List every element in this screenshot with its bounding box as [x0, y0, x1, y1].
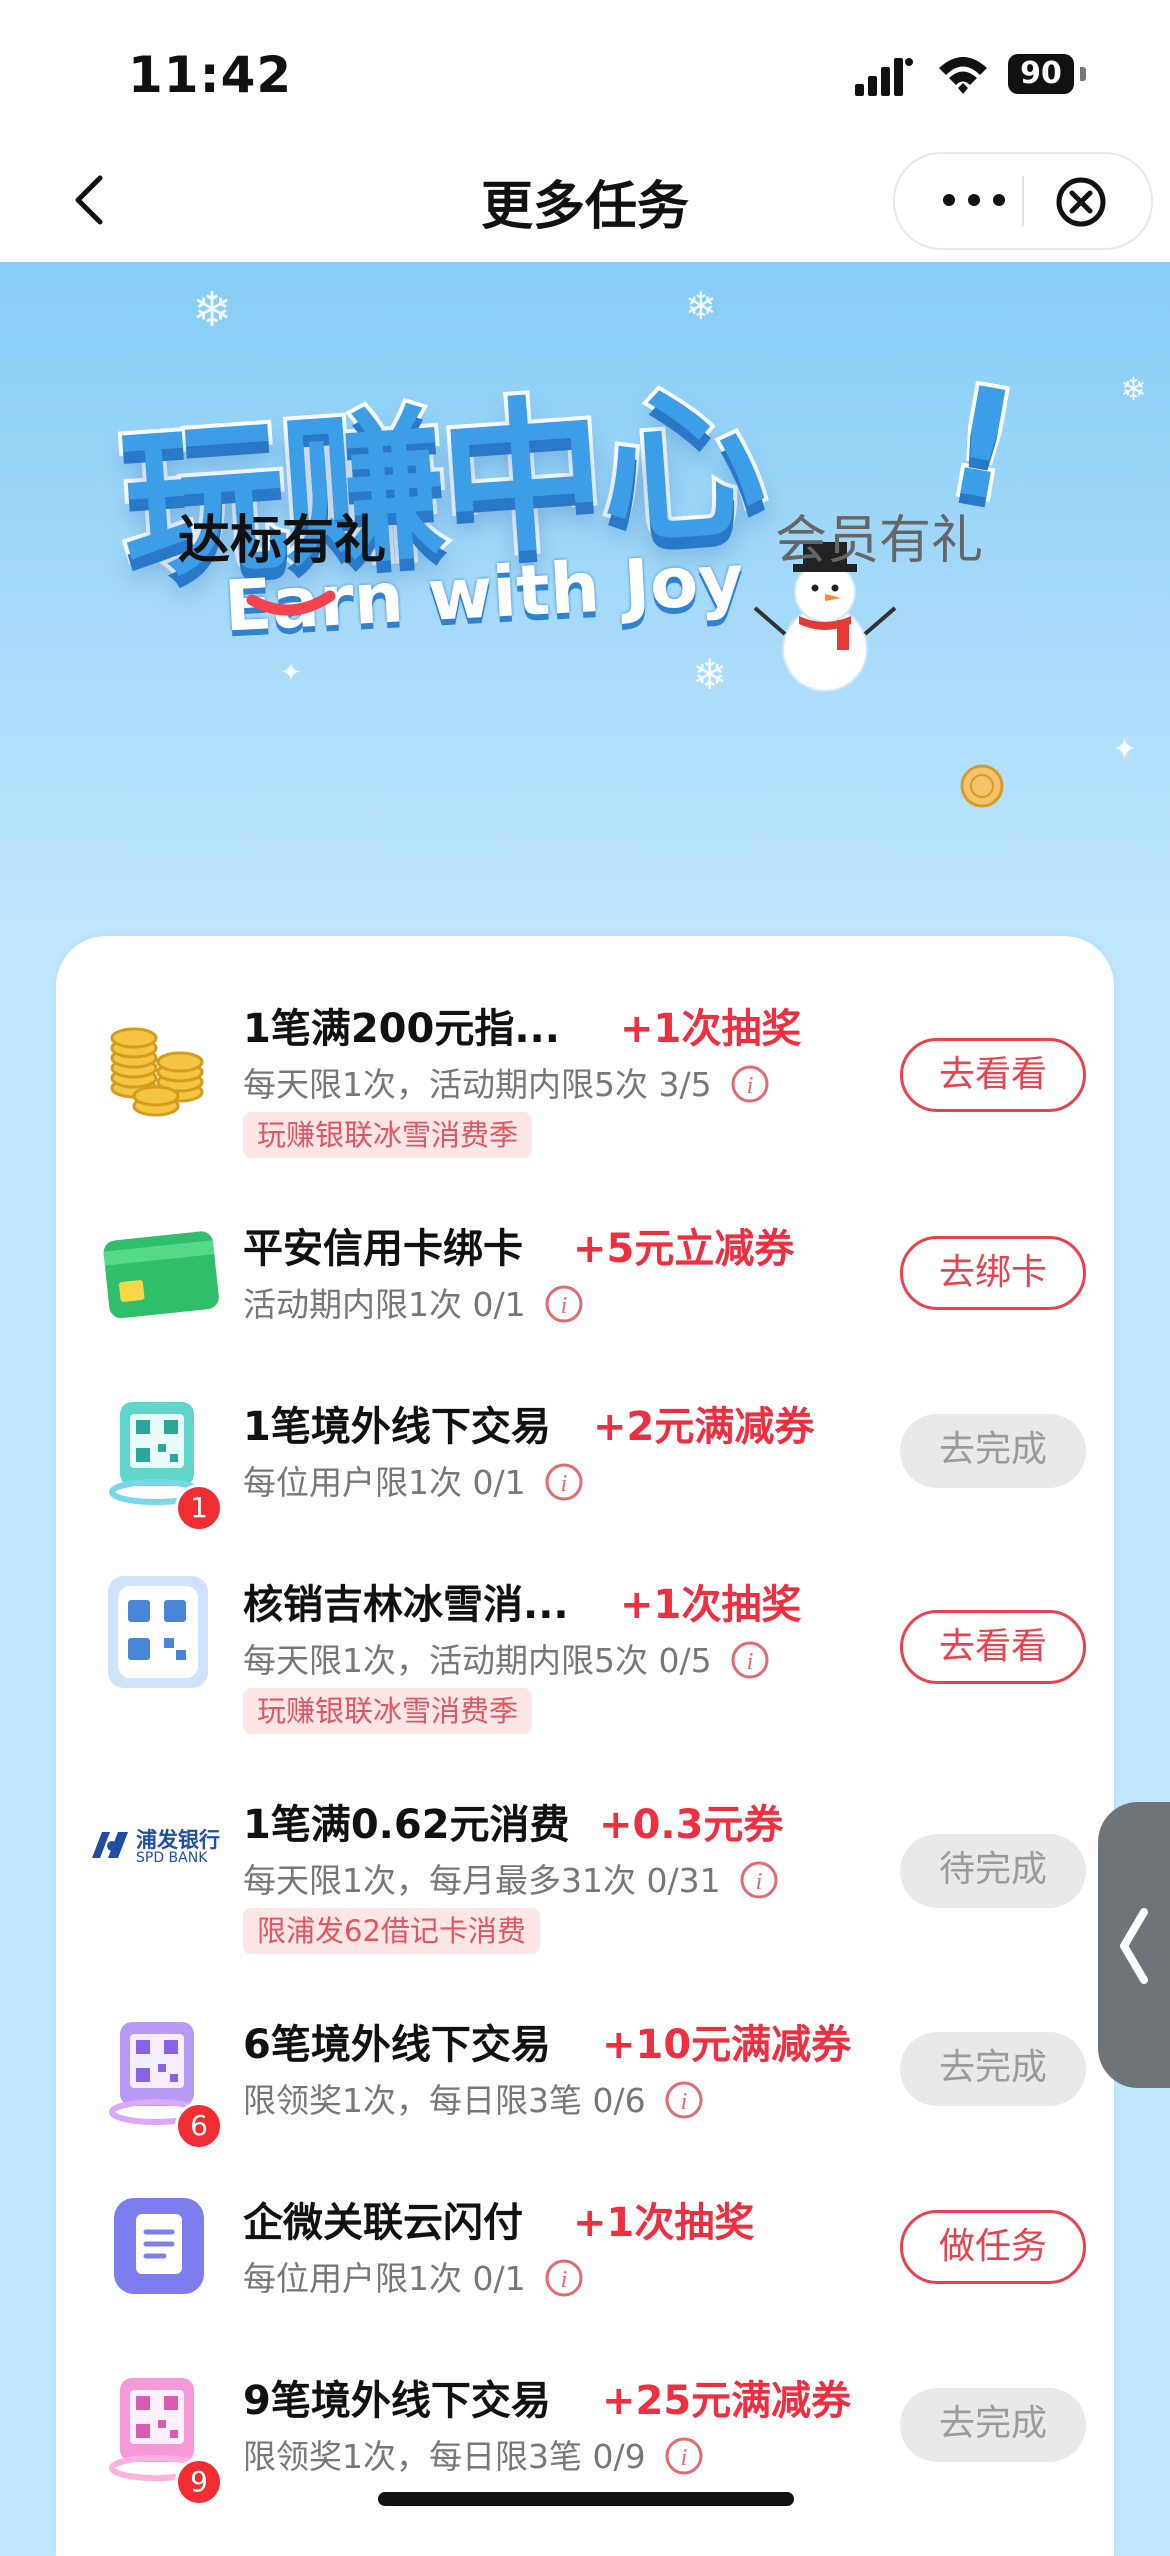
- do-task-button[interactable]: 做任务: [900, 2210, 1086, 2284]
- task-progress-text: 每天限1次，每月最多31次 0/31: [243, 1861, 721, 1900]
- task-tag: 玩赚银联冰雪消费季: [243, 1688, 533, 1734]
- go-bind-card-button[interactable]: 去绑卡: [900, 1236, 1086, 1310]
- mini-program-capsule: [893, 152, 1153, 250]
- task-title: 企微关联云闪付: [243, 2200, 523, 2246]
- info-icon[interactable]: i: [664, 2436, 704, 2476]
- info-icon[interactable]: i: [739, 1860, 779, 1900]
- task-tag: 限浦发62借记卡消费: [243, 1908, 540, 1954]
- svg-text:i: i: [561, 2267, 568, 2293]
- task-reward: +25元满减券: [602, 2378, 852, 2424]
- task-reward: +5元立减券: [573, 1226, 795, 1272]
- go-complete-button[interactable]: 去完成: [900, 2032, 1086, 2106]
- tab-target-rewards[interactable]: 达标有礼: [178, 498, 386, 573]
- task-progress: 每天限1次，活动期内限5次 3/5 i: [243, 1058, 770, 1106]
- info-icon[interactable]: i: [664, 2080, 704, 2120]
- cellular-signal-icon: [855, 58, 913, 96]
- snowflake-icon: ❄: [192, 282, 233, 338]
- task-reward: +0.3元券: [599, 1802, 784, 1848]
- battery-indicator: 90: [1008, 54, 1086, 94]
- task-count-badge: 1: [175, 1484, 223, 1532]
- task-progress-text: 限领奖1次，每日限3笔 0/6: [243, 2081, 646, 2120]
- scan-code-icon: [108, 1576, 208, 1688]
- go-view-button[interactable]: 去看看: [900, 1038, 1086, 1112]
- task-progress: 活动期内限1次 0/1 i: [243, 1278, 584, 1326]
- task-reward: +2元满减券: [593, 1404, 815, 1450]
- spd-bank-name-en: SPD BANK: [136, 1850, 208, 1866]
- svg-text:i: i: [747, 1649, 754, 1675]
- spd-bank-logo: 浦发银行 SPD BANK: [88, 1802, 228, 1902]
- chevron-left-icon: [1120, 1908, 1148, 1984]
- status-time: 11:42: [128, 46, 293, 104]
- gold-coins-icon: [110, 1027, 204, 1117]
- credit-card-icon: [103, 1231, 219, 1319]
- task-list-card: 1笔满200元指... +1次抽奖 每天限1次，活动期内限5次 3/5 i 玩赚…: [56, 936, 1114, 2556]
- spd-bank-mark-icon: [92, 1832, 128, 1858]
- task-title: 6笔境外线下交易: [243, 2022, 551, 2068]
- battery-level: 90: [1008, 54, 1074, 94]
- info-icon[interactable]: i: [544, 1462, 584, 1502]
- task-reward: +10元满减券: [602, 2022, 852, 2068]
- svg-text:i: i: [756, 1869, 763, 1895]
- close-circle-icon[interactable]: [1053, 174, 1109, 230]
- task-progress: 每天限1次，活动期内限5次 0/5 i: [243, 1634, 770, 1682]
- svg-text:i: i: [561, 1293, 568, 1319]
- wifi-icon: [939, 57, 987, 94]
- task-reward: +1次抽奖: [620, 1582, 802, 1628]
- task-tag: 玩赚银联冰雪消费季: [243, 1112, 533, 1158]
- hero-banner: ❄ ❄ ❄ ❄ ✦ ✦ 玩赚中心 ! Earn with Joy: [0, 262, 1170, 942]
- pending-button[interactable]: 待完成: [900, 1834, 1086, 1908]
- svg-text:i: i: [681, 2445, 688, 2471]
- home-indicator: [378, 2492, 794, 2506]
- task-count-badge: 6: [175, 2102, 223, 2150]
- info-icon[interactable]: i: [730, 1640, 770, 1680]
- tab-member-rewards[interactable]: 会员有礼: [775, 498, 983, 573]
- task-count-badge: 9: [175, 2458, 223, 2506]
- task-title: 1笔满200元指...: [243, 1006, 560, 1052]
- nav-bar: 更多任务: [0, 140, 1170, 262]
- task-reward: +1次抽奖: [573, 2200, 755, 2246]
- coin-icon: [960, 764, 1004, 808]
- more-dots-icon[interactable]: [929, 182, 1019, 218]
- go-complete-button[interactable]: 去完成: [900, 1414, 1086, 1488]
- task-progress: 限领奖1次，每日限3笔 0/9 i: [243, 2430, 704, 2478]
- back-chevron-icon[interactable]: [62, 170, 122, 230]
- svg-text:i: i: [561, 1471, 568, 1497]
- snowflake-icon: ✦: [280, 658, 302, 688]
- task-reward: +1次抽奖: [620, 1006, 802, 1052]
- task-progress-text: 活动期内限1次 0/1: [243, 1285, 526, 1324]
- snowflake-icon: ❄: [685, 284, 717, 328]
- task-progress-text: 每天限1次，活动期内限5次 3/5: [243, 1065, 712, 1104]
- task-title: 1笔境外线下交易: [243, 1404, 551, 1450]
- task-progress-text: 每位用户限1次 0/1: [243, 1463, 526, 1502]
- task-title: 平安信用卡绑卡: [243, 1226, 523, 1272]
- document-icon: [114, 2198, 204, 2294]
- task-progress: 每天限1次，每月最多31次 0/31 i: [243, 1854, 779, 1902]
- task-progress-text: 限领奖1次，每日限3笔 0/9: [243, 2437, 646, 2476]
- info-icon[interactable]: i: [544, 1284, 584, 1324]
- snowflake-icon: ✦: [1112, 732, 1138, 767]
- task-title: 9笔境外线下交易: [243, 2378, 551, 2424]
- task-progress-text: 每位用户限1次 0/1: [243, 2259, 526, 2298]
- active-tab-indicator: [246, 590, 336, 616]
- side-drawer-handle[interactable]: [1098, 1802, 1170, 2088]
- task-progress: 每位用户限1次 0/1 i: [243, 2252, 584, 2300]
- go-view-button[interactable]: 去看看: [900, 1610, 1086, 1684]
- info-icon[interactable]: i: [730, 1064, 770, 1104]
- task-progress: 限领奖1次，每日限3笔 0/6 i: [243, 2074, 704, 2122]
- status-bar: 11:42 90: [0, 0, 1170, 140]
- task-title: 1笔满0.62元消费: [243, 1802, 570, 1848]
- info-icon[interactable]: i: [544, 2258, 584, 2298]
- task-title: 核销吉林冰雪消...: [243, 1582, 569, 1628]
- go-complete-button[interactable]: 去完成: [900, 2388, 1086, 2462]
- task-progress: 每位用户限1次 0/1 i: [243, 1456, 584, 1504]
- snowflake-icon: ❄: [692, 650, 728, 699]
- task-progress-text: 每天限1次，活动期内限5次 0/5: [243, 1641, 712, 1680]
- snowflake-icon: ❄: [1120, 370, 1147, 408]
- svg-text:i: i: [681, 2089, 688, 2115]
- svg-text:i: i: [747, 1073, 754, 1099]
